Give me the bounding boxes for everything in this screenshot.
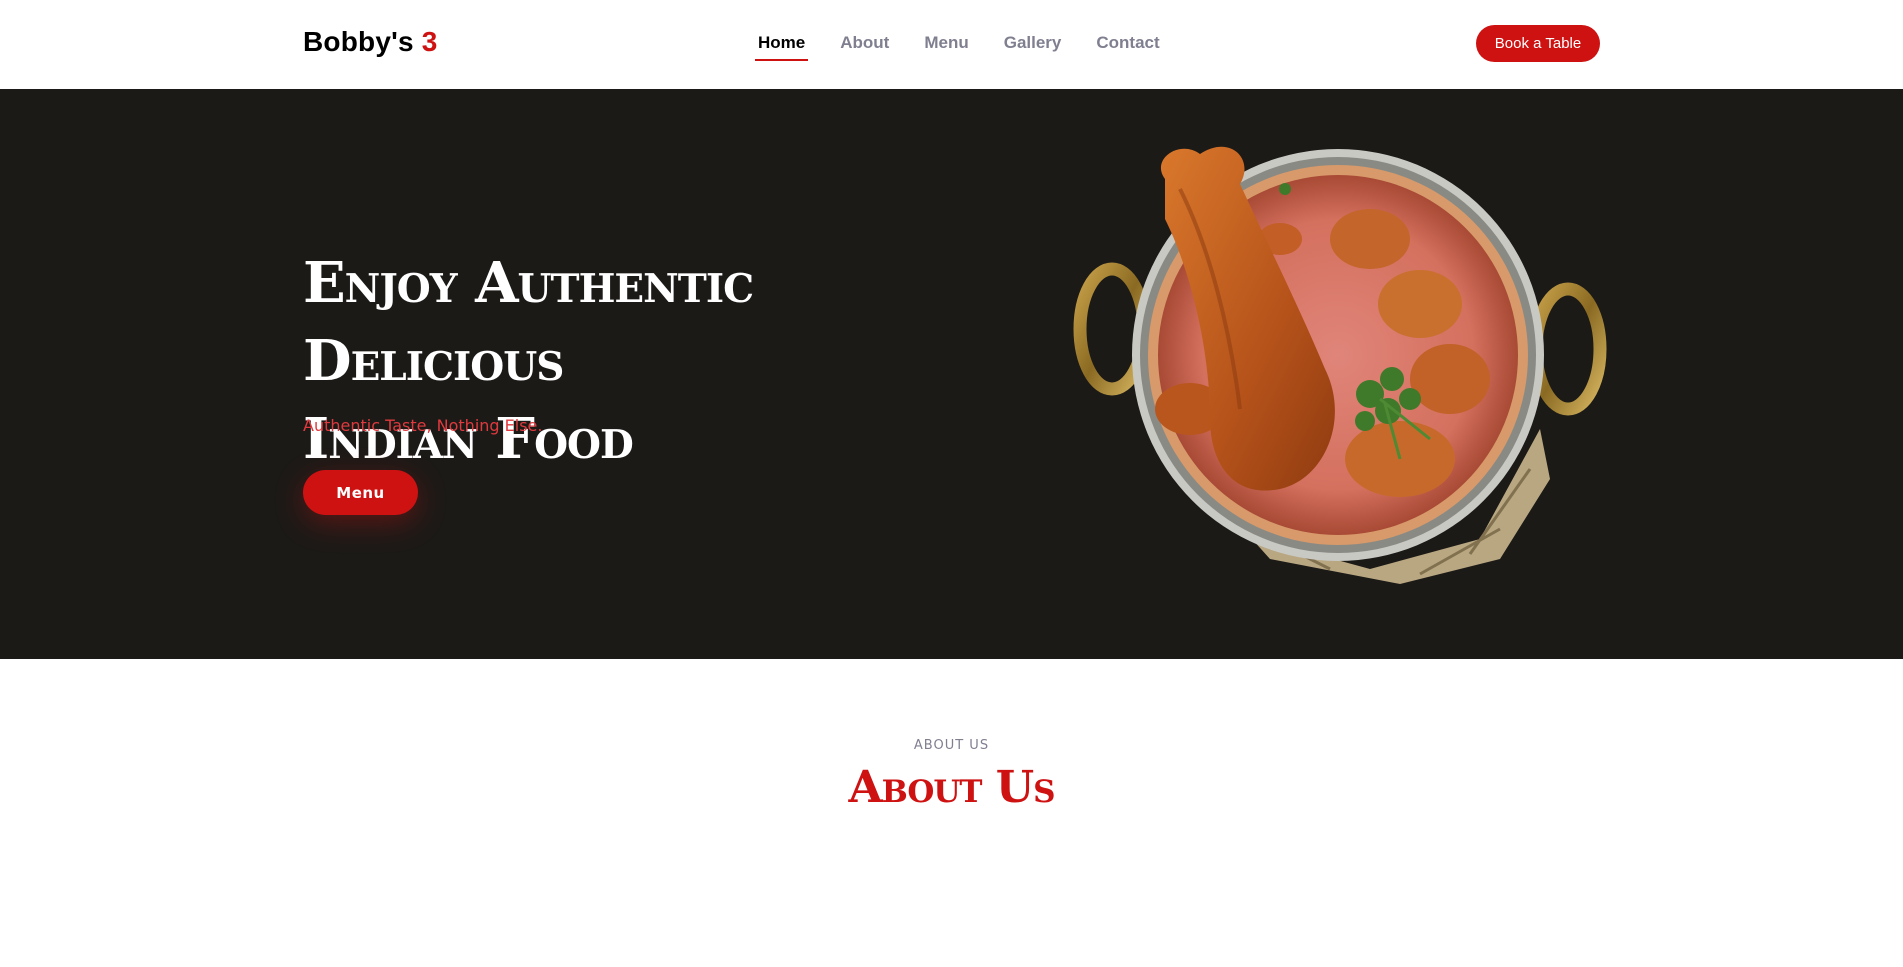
- nav-item-home[interactable]: Home: [754, 33, 809, 61]
- main-nav: Home About Menu Gallery Contact: [754, 33, 1195, 61]
- logo-accent: 3: [421, 26, 438, 57]
- curry-dish-image: [1073, 146, 1607, 584]
- nav-item-contact[interactable]: Contact: [1096, 33, 1159, 53]
- hero-menu-button[interactable]: Menu: [303, 470, 418, 515]
- about-eyebrow: ABOUT US: [913, 738, 990, 753]
- hero-subtitle: Authentic Taste, Nothing Else.: [303, 416, 543, 435]
- site-header: Bobby's 3 Home About Menu Gallery Contac…: [0, 0, 1903, 89]
- nav-item-menu[interactable]: Menu: [924, 33, 968, 53]
- hero-title-line-1: Enjoy Authentic Delicious: [303, 250, 754, 394]
- book-table-button[interactable]: Book a Table: [1476, 25, 1600, 62]
- hero-section: Enjoy Authentic Delicious Indian Food Au…: [0, 89, 1903, 659]
- hero-title: Enjoy Authentic Delicious Indian Food: [303, 244, 863, 478]
- logo-text: Bobby's: [303, 26, 414, 57]
- nav-item-gallery[interactable]: Gallery: [1004, 33, 1062, 53]
- nav-item-about[interactable]: About: [840, 33, 889, 53]
- about-title: About Us: [848, 762, 1055, 813]
- site-logo[interactable]: Bobby's 3: [303, 26, 438, 58]
